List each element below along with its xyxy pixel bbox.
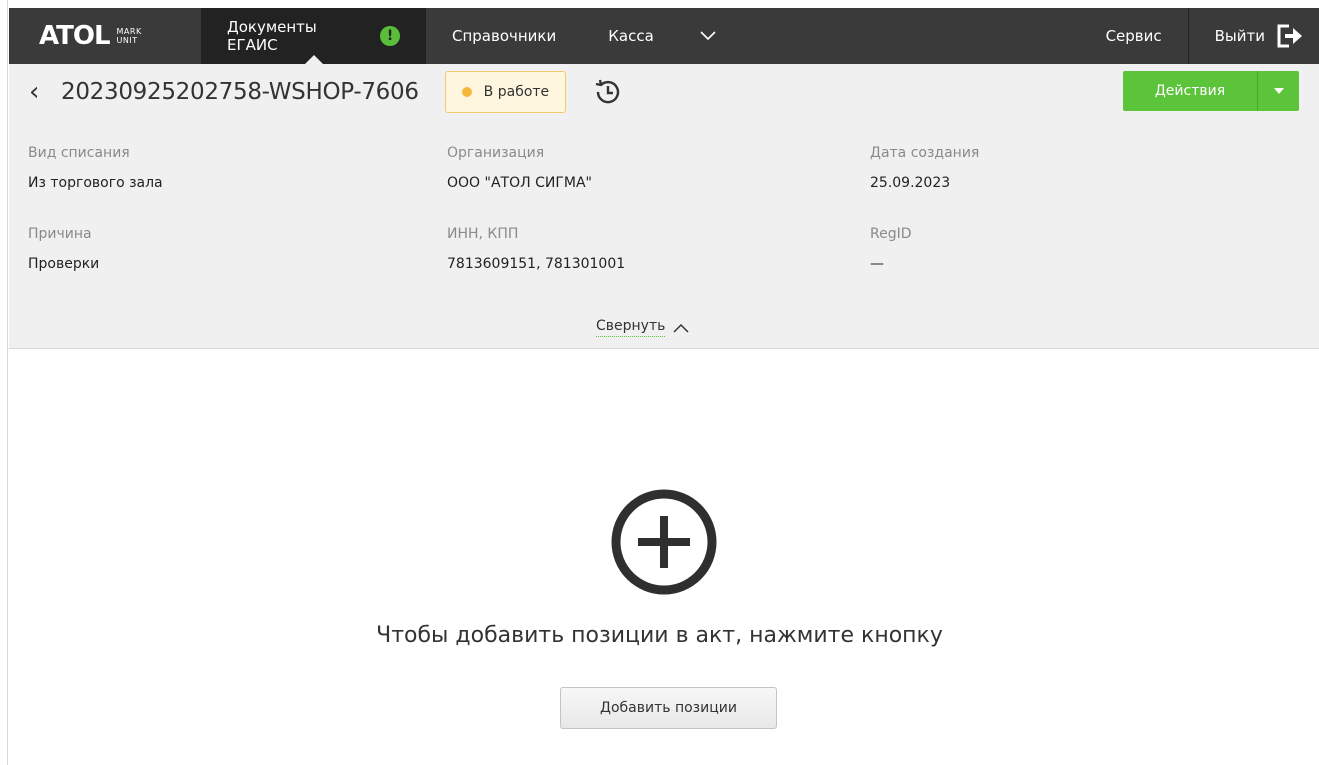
actions-dropdown-toggle[interactable] (1257, 71, 1299, 111)
logout-label: Выйти (1214, 27, 1265, 45)
nav-service[interactable]: Сервис (1080, 8, 1188, 64)
nav-service-label: Сервис (1105, 27, 1162, 45)
field-value: Проверки (28, 256, 100, 272)
chevron-up-icon (673, 323, 689, 333)
history-icon[interactable] (592, 76, 624, 108)
nav-tab-label: Документы ЕГАИС (227, 18, 317, 54)
collapse-toggle[interactable]: Свернуть (596, 318, 689, 337)
field-inn-kpp: ИНН, КПП 7813609151, 781301001 (447, 226, 625, 272)
field-value: — (870, 256, 884, 272)
alert-icon: ! (380, 26, 400, 46)
nav-tab-cashbox[interactable]: Касса (582, 8, 680, 64)
nav-tab-label: Справочники (452, 27, 557, 45)
atol-logo[interactable]: ATOL MARK UNIT (9, 8, 201, 64)
logo-wordmark: ATOL (39, 21, 111, 51)
logo-sub-line1: MARK (116, 27, 142, 36)
logout-icon (1277, 24, 1302, 48)
field-label: RegID (870, 226, 912, 242)
field-reason: Причина Проверки (28, 226, 99, 272)
document-details-panel: Вид списания Из торгового зала Организац… (9, 119, 1319, 349)
nav-more-menu[interactable] (680, 8, 736, 64)
add-circle-icon (611, 489, 717, 595)
empty-state-hint: Чтобы добавить позиции в акт, нажмите кн… (376, 623, 943, 648)
back-arrow-icon[interactable]: ‹ (9, 77, 49, 107)
nav-tab-directories[interactable]: Справочники (426, 8, 582, 64)
logout-button[interactable]: Выйти (1189, 8, 1319, 64)
field-value: ООО "АТОЛ СИГМА" (447, 175, 592, 191)
field-label: Причина (28, 226, 92, 242)
field-label: ИНН, КПП (447, 226, 519, 242)
logo-subtitle: MARK UNIT (117, 27, 142, 45)
field-value: 25.09.2023 (870, 175, 951, 191)
actions-button[interactable]: Действия (1123, 71, 1257, 111)
nav-tab-egais-documents[interactable]: Документы ЕГАИС ! (201, 8, 426, 64)
status-dot-icon (461, 86, 472, 97)
field-label: Организация (447, 145, 545, 161)
logo-sub-line2: UNIT (116, 36, 138, 45)
left-border (0, 0, 8, 765)
field-value: Из торгового зала (28, 175, 163, 191)
chevron-down-icon (700, 31, 716, 41)
field-organization: Организация ООО "АТОЛ СИГМА" (447, 145, 592, 191)
collapse-label: Свернуть (596, 318, 666, 337)
field-label: Дата создания (870, 145, 980, 161)
field-created-date: Дата создания 25.09.2023 (870, 145, 979, 191)
nav-tab-label: Касса (608, 27, 654, 45)
actions-split-button: Действия (1123, 71, 1299, 111)
field-value: 7813609151, 781301001 (447, 256, 626, 272)
status-label: В работе (483, 83, 550, 100)
top-navigation: ATOL MARK UNIT Документы ЕГАИС ! Справоч… (9, 8, 1319, 64)
caret-down-icon (1273, 88, 1284, 94)
field-write-off-type: Вид списания Из торгового зала (28, 145, 163, 191)
add-positions-button[interactable]: Добавить позиции (560, 687, 777, 729)
field-label: Вид списания (28, 145, 130, 161)
document-header: ‹ 20230925202758-WSHOP-7606 В работе Дей… (9, 64, 1319, 119)
field-regid: RegID — (870, 226, 912, 272)
document-title: 20230925202758-WSHOP-7606 (61, 78, 419, 105)
status-badge: В работе (444, 70, 567, 113)
